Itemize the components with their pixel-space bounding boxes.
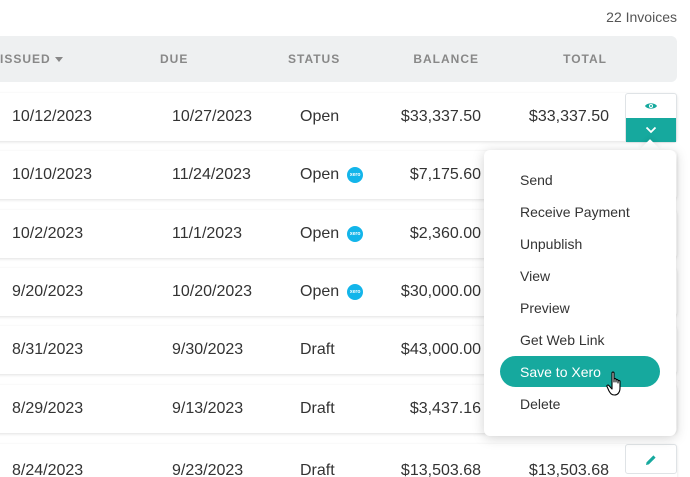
balance-value: $43,000.00 (400, 341, 481, 358)
status-cell: Draft (300, 341, 335, 359)
status-cell: Draft (300, 462, 335, 477)
balance-value: $2,360.00 (409, 225, 481, 242)
column-header-issued[interactable]: ISSUED (0, 52, 63, 66)
balance-value: $33,337.50 (400, 108, 481, 125)
balance-value: $13,503.68 (400, 462, 481, 477)
issued-date: 9/20/2023 (12, 283, 84, 300)
issued-date: 10/10/2023 (12, 166, 93, 183)
due-date: 10/20/2023 (172, 283, 253, 300)
due-date: 11/1/2023 (172, 225, 242, 242)
status-cell: Open (300, 108, 339, 126)
due-date: 9/13/2023 (172, 400, 244, 417)
column-header-status[interactable]: STATUS (288, 52, 340, 66)
invoice-count: 22 Invoices (606, 9, 677, 25)
status-cell: Open xero (300, 283, 364, 301)
balance-value: $3,437.16 (409, 400, 481, 417)
balance-value: $7,175.60 (409, 166, 481, 183)
status-text: Draft (300, 462, 335, 477)
xero-icon: xero (347, 284, 364, 300)
status-text: Open (300, 108, 340, 125)
status-text: Open (300, 166, 340, 183)
column-header-total[interactable]: TOTAL (563, 52, 607, 66)
menu-item-save-to-xero[interactable]: Save to Xero (500, 356, 660, 387)
hand-cursor-icon (606, 371, 621, 396)
balance-value: $30,000.00 (400, 283, 481, 300)
status-text: Open (300, 225, 340, 242)
issued-date: 8/29/2023 (12, 400, 84, 417)
row-actions (625, 93, 677, 143)
column-header-balance[interactable]: BALANCE (413, 52, 479, 66)
sort-caret-icon (54, 57, 63, 63)
total-value: $33,337.50 (528, 108, 609, 125)
due-date: 9/23/2023 (172, 462, 244, 477)
status-cell: Open xero (300, 166, 364, 184)
due-date: 9/30/2023 (172, 341, 244, 358)
menu-item-get-web-link[interactable]: Get Web Link (500, 324, 660, 355)
pencil-icon (646, 455, 656, 465)
status-text: Draft (300, 400, 335, 417)
xero-icon: xero (347, 226, 364, 242)
xero-icon: xero (347, 167, 364, 183)
issued-date: 8/31/2023 (12, 341, 84, 358)
status-text: Open (300, 283, 340, 300)
edit-action-button[interactable] (626, 445, 676, 475)
issued-date: 10/2/2023 (12, 225, 84, 242)
menu-item-receive-payment[interactable]: Receive Payment (500, 196, 660, 227)
menu-item-view[interactable]: View (500, 260, 660, 291)
actions-menu: Send Receive Payment Unpublish View Prev… (484, 150, 676, 436)
status-cell: Open xero (300, 225, 364, 243)
menu-item-delete[interactable]: Delete (500, 388, 660, 419)
eye-icon (645, 103, 657, 109)
view-action-button[interactable] (626, 94, 676, 118)
menu-item-unpublish[interactable]: Unpublish (500, 228, 660, 259)
status-cell: Draft (300, 400, 335, 418)
issued-date: 8/24/2023 (12, 462, 84, 477)
column-header-due[interactable]: DUE (160, 52, 188, 66)
total-value: $13,503.68 (528, 462, 609, 477)
chevron-down-icon (645, 126, 657, 134)
status-text: Draft (300, 341, 335, 358)
due-date: 10/27/2023 (172, 108, 253, 125)
column-header-issued-label: ISSUED (0, 52, 51, 66)
menu-item-preview[interactable]: Preview (500, 292, 660, 323)
due-date: 11/24/2023 (172, 166, 251, 183)
actions-dropdown-toggle[interactable] (626, 118, 676, 142)
menu-item-send[interactable]: Send (500, 164, 660, 195)
row-actions (625, 444, 677, 474)
issued-date: 10/12/2023 (12, 108, 93, 125)
